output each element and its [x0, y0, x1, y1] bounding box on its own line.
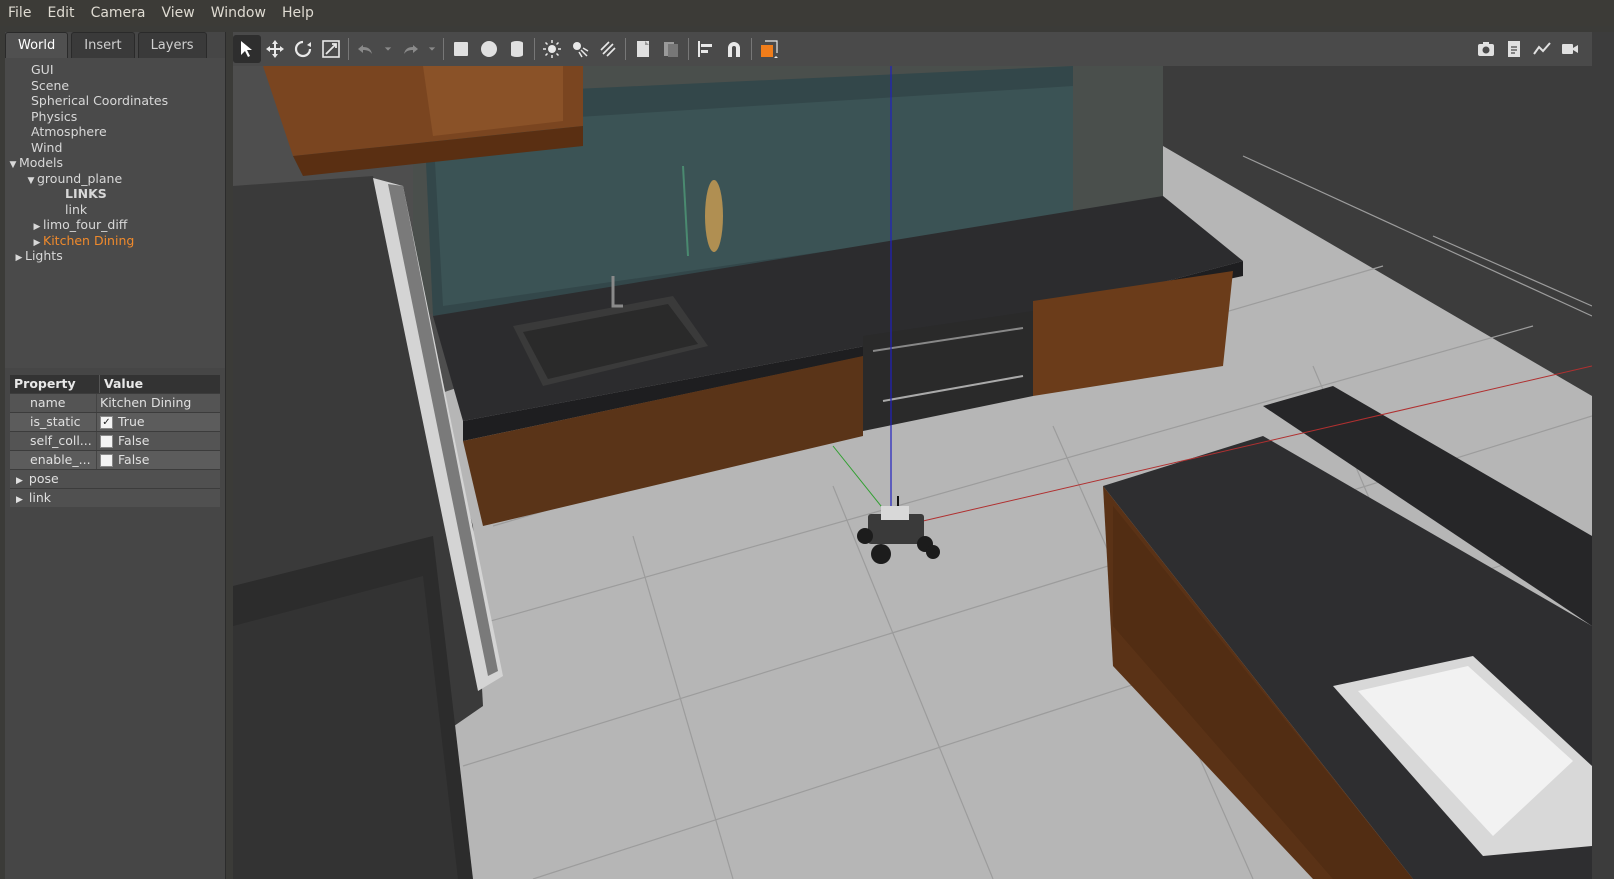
tree-item-label: LINKS: [65, 186, 107, 201]
tree-item-label: Models: [19, 155, 64, 170]
menu-help[interactable]: Help: [274, 5, 322, 21]
property-group-label: pose: [28, 471, 59, 486]
menu-bar: File Edit Camera View Window Help: [0, 0, 1614, 26]
tree-item-label: Spherical Coordinates: [31, 93, 169, 108]
tab-world[interactable]: World: [5, 32, 69, 58]
toolbar-separator: [688, 38, 689, 60]
property-name: self_coll...: [10, 432, 97, 450]
property-value: False: [118, 433, 150, 448]
translate-icon[interactable]: [261, 35, 289, 63]
undo-icon[interactable]: [352, 35, 380, 63]
menu-view[interactable]: View: [154, 5, 203, 21]
paste-icon[interactable]: [657, 35, 685, 63]
property-row-name[interactable]: name Kitchen Dining: [10, 393, 220, 412]
property-value: True: [118, 414, 145, 429]
copy-icon[interactable]: [629, 35, 657, 63]
sphere-icon[interactable]: [475, 35, 503, 63]
directional-light-icon[interactable]: [594, 35, 622, 63]
property-row-self-collide[interactable]: self_coll... False: [10, 431, 220, 450]
collapsed-arrow-icon[interactable]: ▶: [13, 251, 25, 267]
undo-history-icon[interactable]: [380, 35, 396, 63]
toolbar-separator: [443, 38, 444, 60]
record-icon[interactable]: [1556, 35, 1584, 63]
unchecked-checkbox[interactable]: [100, 434, 113, 448]
tab-layers[interactable]: Layers: [137, 32, 207, 58]
menu-camera[interactable]: Camera: [83, 5, 154, 21]
property-group-link[interactable]: ▶ link: [10, 488, 220, 507]
scale-icon[interactable]: [317, 35, 345, 63]
tree-item-physics[interactable]: Physics: [5, 109, 225, 125]
property-name: is_static: [10, 413, 97, 431]
tree-item-atmosphere[interactable]: Atmosphere: [5, 124, 225, 140]
toolbar-right-group: [1472, 32, 1584, 66]
collapsed-arrow-icon[interactable]: ▶: [16, 495, 23, 505]
point-light-icon[interactable]: [538, 35, 566, 63]
tree-item-limo-four-diff[interactable]: ▶ limo_four_diff: [5, 217, 225, 233]
tree-item-label: Kitchen Dining: [43, 232, 135, 248]
scene-render: [233, 66, 1592, 879]
menu-window[interactable]: Window: [203, 5, 274, 21]
property-row-is-static[interactable]: is_static ✓ True: [10, 412, 220, 431]
log-icon[interactable]: [1500, 35, 1528, 63]
tree-item-link[interactable]: link: [5, 202, 225, 218]
tree-item-label: Lights: [25, 248, 63, 263]
value-column-header: Value: [104, 376, 144, 391]
select-icon[interactable]: [233, 35, 261, 63]
panel-tabs: World Insert Layers: [5, 32, 210, 58]
plot-icon[interactable]: [1528, 35, 1556, 63]
tree-item-label: limo_four_diff: [43, 217, 128, 232]
property-value[interactable]: Kitchen Dining: [100, 394, 191, 412]
tree-item-wind[interactable]: Wind: [5, 140, 225, 156]
toolbar-separator: [534, 38, 535, 60]
property-value: False: [118, 452, 150, 467]
tree-item-kitchen-dining[interactable]: ▶ Kitchen Dining: [5, 233, 225, 249]
property-row-enable-wind[interactable]: enable_... False: [10, 450, 220, 469]
property-group-pose[interactable]: ▶ pose: [10, 469, 220, 488]
property-column-header: Property: [10, 375, 100, 393]
scene-viewport[interactable]: [233, 66, 1592, 879]
toolbar-separator: [751, 38, 752, 60]
checked-checkbox[interactable]: ✓: [100, 415, 113, 429]
cylinder-icon[interactable]: [503, 35, 531, 63]
spot-light-icon[interactable]: [566, 35, 594, 63]
screenshot-icon[interactable]: [1472, 35, 1500, 63]
property-name: name: [10, 394, 97, 412]
box-icon[interactable]: [447, 35, 475, 63]
tree-item-label: Scene: [31, 77, 70, 93]
tree-item-label: link: [65, 201, 88, 217]
tree-item-label: GUI: [31, 62, 54, 77]
tree-item-models[interactable]: ▼ Models: [5, 155, 225, 171]
property-table-header: Property Value: [10, 375, 220, 393]
align-icon[interactable]: [692, 35, 720, 63]
collapsed-arrow-icon[interactable]: ▶: [16, 476, 23, 486]
left-panel: World Insert Layers GUI Scene Spherical …: [5, 32, 226, 879]
toolbar: [233, 32, 1592, 67]
menu-file[interactable]: File: [0, 5, 39, 21]
toolbar-separator: [625, 38, 626, 60]
property-name: enable_...: [10, 451, 97, 469]
snap-icon[interactable]: [720, 35, 748, 63]
tree-item-ground-plane[interactable]: ▼ ground_plane: [5, 171, 225, 187]
tree-item-label: Atmosphere: [31, 124, 107, 139]
tree-item-label: ground_plane: [37, 170, 123, 186]
tree-item-label: Physics: [31, 108, 78, 124]
property-table: Property Value name Kitchen Dining is_st…: [10, 375, 220, 507]
tree-item-lights[interactable]: ▶ Lights: [5, 248, 225, 264]
property-group-label: link: [28, 490, 52, 505]
menu-edit[interactable]: Edit: [39, 5, 82, 21]
redo-history-icon[interactable]: [424, 35, 440, 63]
tree-item-gui[interactable]: GUI: [5, 62, 225, 78]
tree-item-spherical-coordinates[interactable]: Spherical Coordinates: [5, 93, 225, 109]
world-tree: GUI Scene Spherical Coordinates Physics …: [5, 58, 225, 368]
unchecked-checkbox[interactable]: [100, 453, 113, 467]
redo-icon[interactable]: [396, 35, 424, 63]
tree-item-scene[interactable]: Scene: [5, 78, 225, 94]
right-panel-edge: [1592, 32, 1614, 879]
toolbar-separator: [348, 38, 349, 60]
change-view-icon[interactable]: [755, 35, 783, 63]
tree-item-label: Wind: [31, 139, 63, 155]
tab-insert[interactable]: Insert: [71, 32, 135, 58]
rotate-icon[interactable]: [289, 35, 317, 63]
tree-item-links-header: LINKS: [5, 186, 225, 202]
